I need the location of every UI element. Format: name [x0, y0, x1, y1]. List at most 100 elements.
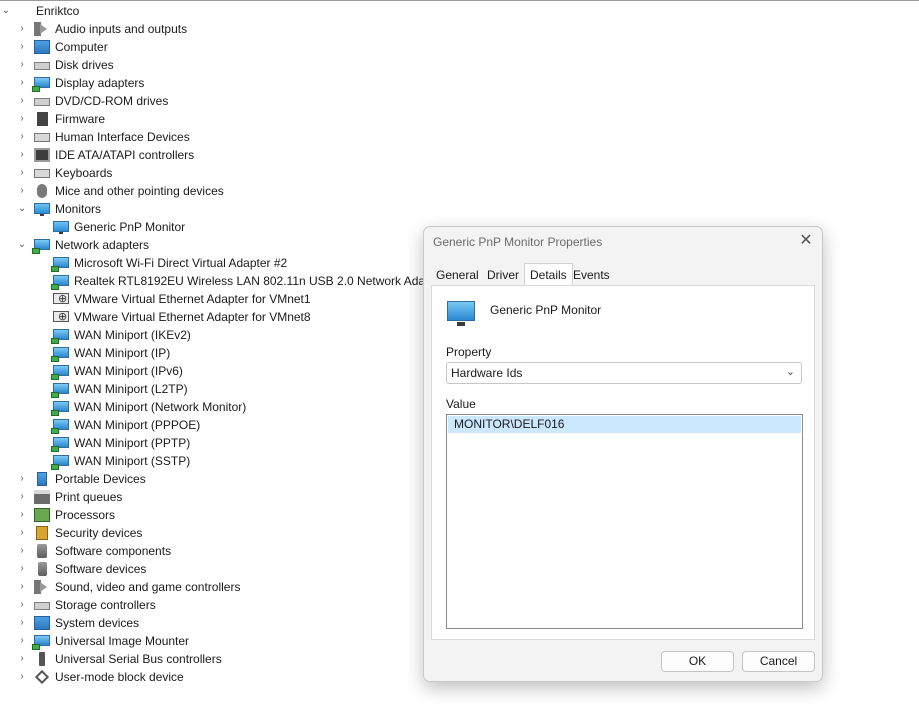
chevron-right-icon[interactable]: ›: [16, 650, 28, 668]
tree-device-network[interactable]: WAN Miniport (PPTP): [0, 434, 424, 452]
tree-device-network[interactable]: Realtek RTL8192EU Wireless LAN 802.11n U…: [0, 272, 446, 290]
tree-device-generic-pnp-monitor[interactable]: Generic PnP Monitor: [0, 218, 424, 236]
tree-category-dvd-drives[interactable]: › DVD/CD-ROM drives: [0, 92, 424, 110]
chevron-right-icon[interactable]: ›: [16, 38, 28, 56]
chevron-right-icon[interactable]: ›: [16, 470, 28, 488]
chevron-right-icon[interactable]: ›: [16, 128, 28, 146]
chevron-right-icon[interactable]: ›: [16, 182, 28, 200]
tree-category-print-queues[interactable]: › Print queues: [0, 488, 424, 506]
tree-category-label: Software components: [55, 544, 172, 558]
tree-category-label: Storage controllers: [55, 598, 156, 612]
chevron-right-icon[interactable]: ›: [16, 632, 28, 650]
tab-general[interactable]: General: [431, 265, 484, 286]
chevron-right-icon[interactable]: ›: [16, 524, 28, 542]
tree-device-label: WAN Miniport (PPTP): [74, 436, 191, 450]
tree-category-label: Audio inputs and outputs: [55, 22, 188, 36]
hid-icon: [34, 133, 50, 142]
chevron-right-icon[interactable]: ›: [16, 596, 28, 614]
tree-category-keyboards[interactable]: › Keyboards: [0, 164, 424, 182]
tree-category-processors[interactable]: › Processors: [0, 506, 424, 524]
chevron-right-icon[interactable]: ›: [16, 488, 28, 506]
system-device-icon: [34, 616, 50, 630]
device-name: Generic PnP Monitor: [490, 303, 602, 317]
window-top-border: [0, 0, 919, 1]
chevron-right-icon[interactable]: ›: [16, 542, 28, 560]
software-component-icon: [37, 544, 47, 558]
tree-category-display-adapters[interactable]: › Display adapters: [0, 74, 424, 92]
tab-driver[interactable]: Driver: [482, 265, 524, 286]
tree-category-security-devices[interactable]: › Security devices: [0, 524, 424, 542]
tree-category-label: Disk drives: [55, 58, 114, 72]
storage-controller-icon: [34, 602, 50, 610]
chevron-right-icon[interactable]: ›: [16, 668, 28, 686]
chevron-down-icon[interactable]: ⌄: [16, 200, 28, 218]
tree-category-block-device[interactable]: › User-mode block device: [0, 668, 424, 686]
chevron-right-icon[interactable]: ›: [16, 110, 28, 128]
tree-device-network[interactable]: VMware Virtual Ethernet Adapter for VMne…: [0, 290, 424, 308]
chevron-right-icon[interactable]: ›: [16, 74, 28, 92]
tree-category-sound-controllers[interactable]: › Sound, video and game controllers: [0, 578, 424, 596]
tree-device-network[interactable]: WAN Miniport (IPv6): [0, 362, 424, 380]
tree-category-label: Print queues: [55, 490, 123, 504]
tree-category-label: Human Interface Devices: [55, 130, 190, 144]
tree-device-label: WAN Miniport (Network Monitor): [74, 400, 247, 414]
chevron-right-icon[interactable]: ›: [16, 578, 28, 596]
software-device-icon: [38, 562, 47, 576]
tree-category-disk-drives[interactable]: › Disk drives: [0, 56, 424, 74]
tree-category-ide[interactable]: › IDE ATA/ATAPI controllers: [0, 146, 424, 164]
processor-icon: [34, 508, 50, 522]
tree-device-label: WAN Miniport (IP): [74, 346, 171, 360]
chevron-right-icon[interactable]: ›: [16, 20, 28, 38]
tree-device-network[interactable]: Microsoft Wi-Fi Direct Virtual Adapter #…: [0, 254, 424, 272]
tree-device-network[interactable]: WAN Miniport (Network Monitor): [0, 398, 424, 416]
network-adapter-icon: [51, 401, 69, 416]
sound-controller-icon: [34, 580, 50, 594]
tree-category-portable-devices[interactable]: › Portable Devices: [0, 470, 424, 488]
tree-device-network[interactable]: WAN Miniport (L2TP): [0, 380, 424, 398]
chevron-right-icon[interactable]: ›: [16, 56, 28, 74]
tree-category-network-adapters[interactable]: ⌄ Network adapters: [0, 236, 424, 254]
list-item[interactable]: MONITOR\DELF016: [448, 416, 801, 433]
tree-device-network[interactable]: WAN Miniport (SSTP): [0, 452, 424, 470]
tree-category-system-devices[interactable]: › System devices: [0, 614, 424, 632]
ok-button[interactable]: OK: [661, 651, 734, 672]
tree-category-computer[interactable]: › Computer: [0, 38, 424, 56]
tree-device-network[interactable]: WAN Miniport (IKEv2): [0, 326, 424, 344]
chevron-right-icon[interactable]: ›: [16, 92, 28, 110]
cancel-button[interactable]: Cancel: [742, 651, 815, 672]
chevron-down-icon[interactable]: ⌄: [786, 365, 795, 378]
network-adapter-icon: [51, 455, 69, 470]
tree-category-audio[interactable]: › Audio inputs and outputs: [0, 20, 424, 38]
speaker-icon: [34, 22, 50, 36]
tree-category-image-mounter[interactable]: › Universal Image Mounter: [0, 632, 424, 650]
tree-category-usb-controllers[interactable]: › Universal Serial Bus controllers: [0, 650, 424, 668]
tree-device-network[interactable]: WAN Miniport (PPPOE): [0, 416, 424, 434]
tree-category-hid[interactable]: › Human Interface Devices: [0, 128, 424, 146]
value-list[interactable]: MONITOR\DELF016: [446, 414, 803, 629]
chevron-right-icon[interactable]: ›: [16, 560, 28, 578]
tree-category-storage-controllers[interactable]: › Storage controllers: [0, 596, 424, 614]
tree-root[interactable]: ⌄ Enriktco: [0, 2, 424, 20]
property-select[interactable]: Hardware Ids ⌄: [446, 362, 802, 384]
chevron-right-icon[interactable]: ›: [16, 506, 28, 524]
tab-details[interactable]: Details: [524, 263, 573, 285]
chevron-right-icon[interactable]: ›: [16, 614, 28, 632]
tree-category-software-components[interactable]: › Software components: [0, 542, 424, 560]
tree-category-monitors[interactable]: ⌄ Monitors: [0, 200, 424, 218]
network-adapter-icon: [51, 383, 69, 398]
close-icon[interactable]: ✕: [796, 231, 816, 251]
tree-device-network[interactable]: WAN Miniport (IP): [0, 344, 424, 362]
tree-category-label: Software devices: [55, 562, 147, 576]
tree-category-mice[interactable]: › Mice and other pointing devices: [0, 182, 424, 200]
tree-category-software-devices[interactable]: › Software devices: [0, 560, 424, 578]
chevron-down-icon[interactable]: ⌄: [16, 236, 28, 254]
tree-category-label: Display adapters: [55, 76, 145, 90]
chevron-right-icon[interactable]: ›: [16, 164, 28, 182]
chevron-down-icon[interactable]: ⌄: [0, 2, 12, 20]
tab-events[interactable]: Events: [568, 265, 615, 286]
chevron-right-icon[interactable]: ›: [16, 146, 28, 164]
device-tree: ⌄ Enriktco › Audio inputs and outputs › …: [0, 2, 446, 686]
tree-category-label: Computer: [55, 40, 108, 54]
tree-device-network[interactable]: VMware Virtual Ethernet Adapter for VMne…: [0, 308, 424, 326]
tree-category-firmware[interactable]: › Firmware: [0, 110, 424, 128]
